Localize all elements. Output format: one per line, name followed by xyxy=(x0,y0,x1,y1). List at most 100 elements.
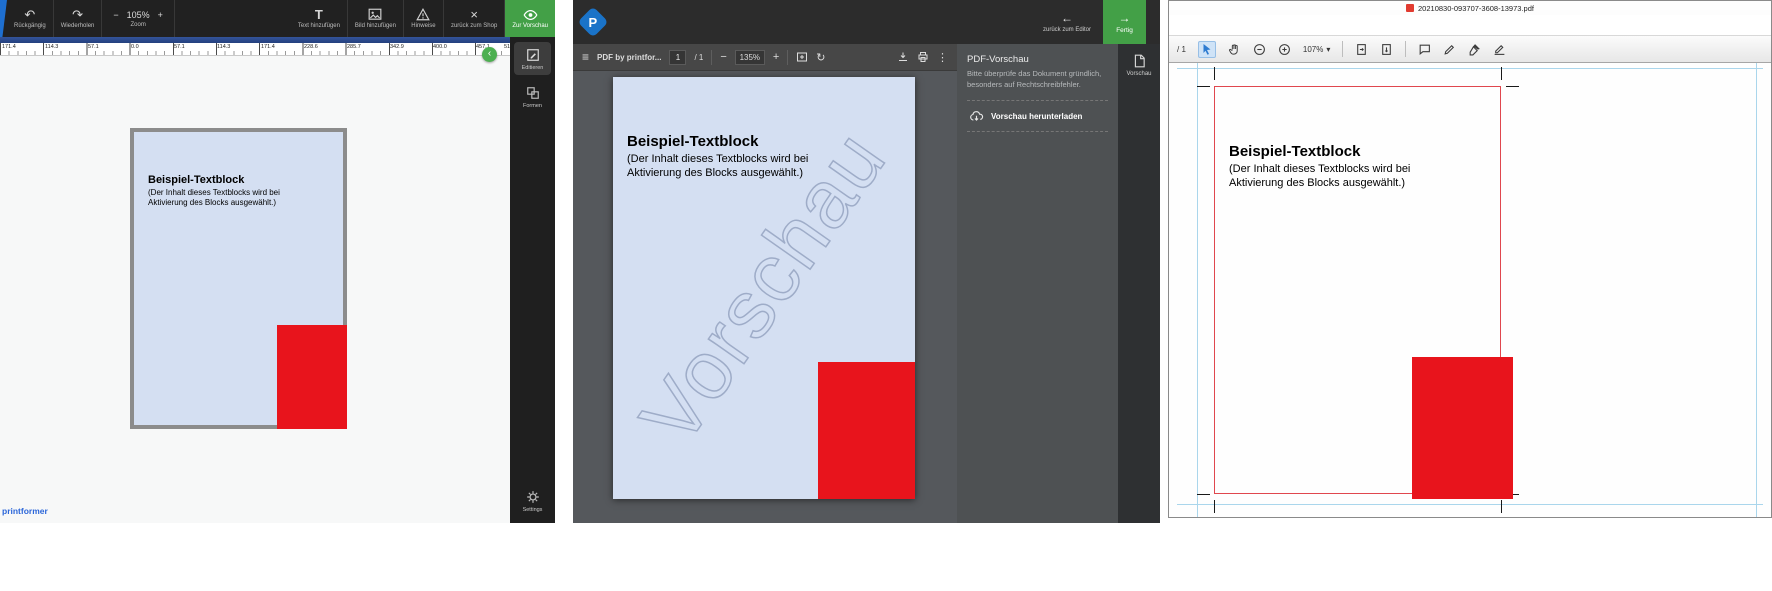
trim-box: Beispiel-Textblock (Der Inhalt dieses Te… xyxy=(1214,86,1501,494)
download-preview-label: Vorschau herunterladen xyxy=(991,112,1082,121)
page-count: / 1 xyxy=(694,53,703,62)
viewer-toolbar: / 1 107% ▾ xyxy=(1169,35,1771,63)
sidebar-item-label: Formen xyxy=(523,103,542,109)
red-color-block[interactable] xyxy=(277,325,347,429)
text-block-title: Beispiel-Textblock xyxy=(1229,143,1445,160)
zoom-label: Zoom xyxy=(130,22,145,28)
sidebar-toggle-icon[interactable]: ≡ xyxy=(582,50,589,64)
pdf-viewer-window: 20210830-093707-3608-13973.pdf / 1 107% … xyxy=(1168,0,1772,518)
logo-letter: P xyxy=(589,14,598,29)
red-color-block xyxy=(818,362,915,499)
text-block[interactable]: Beispiel-Textblock (Der Inhalt dieses Te… xyxy=(148,174,304,209)
zoom-in-icon[interactable] xyxy=(1278,43,1291,56)
back-to-shop-button[interactable]: × zurück zum Shop xyxy=(444,0,505,37)
add-image-button[interactable]: Bild hinzufügen xyxy=(348,0,404,37)
brand-logo-partial xyxy=(0,0,7,37)
zoom-out-icon[interactable]: − xyxy=(720,51,726,63)
crop-mark xyxy=(1501,500,1502,513)
forward-arrow-icon: → xyxy=(1119,11,1131,25)
document-icon xyxy=(1133,54,1146,68)
fit-page-icon[interactable] xyxy=(796,51,808,63)
design-page[interactable]: Beispiel-Textblock (Der Inhalt dieses Te… xyxy=(130,128,347,429)
ruler-tick: 342.9 xyxy=(390,44,404,50)
close-icon: × xyxy=(470,8,478,21)
red-color-block xyxy=(1412,357,1513,499)
done-button[interactable]: → Fertig xyxy=(1103,0,1146,44)
text-block: Beispiel-Textblock (Der Inhalt dieses Te… xyxy=(627,133,841,181)
undo-button[interactable]: ↶ Rückgängig xyxy=(7,0,54,37)
editor-toolbar: ↶ Rückgängig ↷ Wiederholen − 105% + Zoom… xyxy=(0,0,555,37)
zoom-out-icon[interactable] xyxy=(1253,43,1266,56)
printformer-logo: P xyxy=(577,6,608,37)
tab-preview-label: Vorschau xyxy=(1126,71,1151,77)
page-count: / 1 xyxy=(1177,45,1186,54)
zoom-level-dropdown[interactable]: 107% ▾ xyxy=(1303,45,1330,54)
zoom-out-icon[interactable]: − xyxy=(113,10,118,20)
text-block-title: Beispiel-Textblock xyxy=(627,133,841,150)
pdf-file-icon xyxy=(1406,4,1414,12)
zoom-value: 107% xyxy=(1303,45,1323,54)
ruler-tick: 171.4 xyxy=(2,44,16,50)
rotate-icon[interactable]: ↻ xyxy=(816,51,825,64)
add-image-icon xyxy=(368,8,382,21)
ruler-tick: 171.4 xyxy=(261,44,275,50)
to-preview-label: Zur Vorschau xyxy=(512,23,548,29)
undo-label: Rückgängig xyxy=(14,23,46,29)
window-titlebar: 20210830-093707-3608-13973.pdf xyxy=(1169,1,1771,15)
printformer-link[interactable]: printformer xyxy=(2,506,48,516)
fill-sign-pen-icon[interactable] xyxy=(1468,43,1481,56)
pdf-preview-viewport[interactable]: Beispiel-Textblock (Der Inhalt dieses Te… xyxy=(573,71,957,523)
redo-button[interactable]: ↷ Wiederholen xyxy=(54,0,103,37)
sidebar-item-edit[interactable]: Editieren xyxy=(514,42,551,75)
text-block-body: (Der Inhalt dieses Textblocks wird bei A… xyxy=(1229,162,1445,191)
chevron-left-icon: ‹ xyxy=(488,48,491,59)
toolbar-separator xyxy=(787,50,788,65)
sidebar-item-settings[interactable]: Settings xyxy=(514,484,551,517)
eye-icon xyxy=(523,9,538,21)
add-text-icon: T xyxy=(315,8,323,21)
pencil-tool-icon[interactable] xyxy=(1443,43,1456,56)
zoom-value: 105% xyxy=(127,10,150,20)
print-icon[interactable] xyxy=(917,51,929,63)
edit-icon xyxy=(526,48,540,62)
crop-mark xyxy=(1214,67,1215,80)
page-number-input[interactable] xyxy=(669,50,686,65)
zoom-in-icon[interactable]: + xyxy=(158,10,163,20)
toolbar-spacer xyxy=(175,0,291,37)
hints-button[interactable]: Hinweise xyxy=(404,0,444,37)
download-preview-button[interactable]: Vorschau herunterladen xyxy=(967,100,1108,132)
sidebar-item-shapes[interactable]: Formen xyxy=(514,80,551,113)
editor-sidebar: Editieren Formen Settings xyxy=(510,37,555,523)
back-to-editor-label: zurück zum Editor xyxy=(1043,27,1091,33)
crop-mark xyxy=(1214,500,1215,513)
hand-tool-button[interactable] xyxy=(1228,43,1241,56)
add-text-button[interactable]: T Text hinzufügen xyxy=(291,0,348,37)
ruler-tick: 57.1 xyxy=(88,44,99,50)
undo-icon: ↶ xyxy=(24,8,35,21)
signature-tool-icon[interactable] xyxy=(1493,43,1506,56)
zoom-value[interactable]: 135% xyxy=(735,50,765,65)
to-preview-button[interactable]: Zur Vorschau xyxy=(505,0,555,37)
guide-line-vertical xyxy=(1197,63,1198,517)
page-fit-icon[interactable] xyxy=(1355,43,1368,56)
pdf-viewer-toolbar: ≡ PDF by printfor... / 1 − 135% + ↻ ⋮ xyxy=(573,44,957,71)
guide-line-vertical xyxy=(1756,63,1757,517)
tab-preview[interactable]: Vorschau xyxy=(1118,44,1160,77)
document-viewport[interactable]: Beispiel-Textblock (Der Inhalt dieses Te… xyxy=(1169,63,1771,517)
comment-icon[interactable] xyxy=(1418,43,1431,56)
select-tool-button[interactable] xyxy=(1198,41,1216,58)
shapes-icon xyxy=(526,86,540,100)
crop-mark xyxy=(1506,86,1519,87)
back-to-editor-button[interactable]: ← zurück zum Editor xyxy=(1043,11,1091,33)
add-image-label: Bild hinzufügen xyxy=(355,23,396,29)
ruler-tick: 114.3 xyxy=(45,44,58,50)
preview-panel-description: Bitte überprüfe das Dokument gründlich, … xyxy=(967,69,1108,90)
editor-canvas[interactable]: Beispiel-Textblock (Der Inhalt dieses Te… xyxy=(0,56,510,523)
preview-header: P ← zurück zum Editor → Fertig xyxy=(573,0,1160,44)
download-icon[interactable] xyxy=(897,51,909,63)
kebab-menu-icon[interactable]: ⋮ xyxy=(937,51,948,64)
scroll-mode-icon[interactable] xyxy=(1380,43,1393,56)
guide-line-horizontal xyxy=(1177,68,1763,69)
ruler-collapse-button[interactable]: ‹ xyxy=(482,47,497,62)
zoom-in-icon[interactable]: + xyxy=(773,51,779,63)
